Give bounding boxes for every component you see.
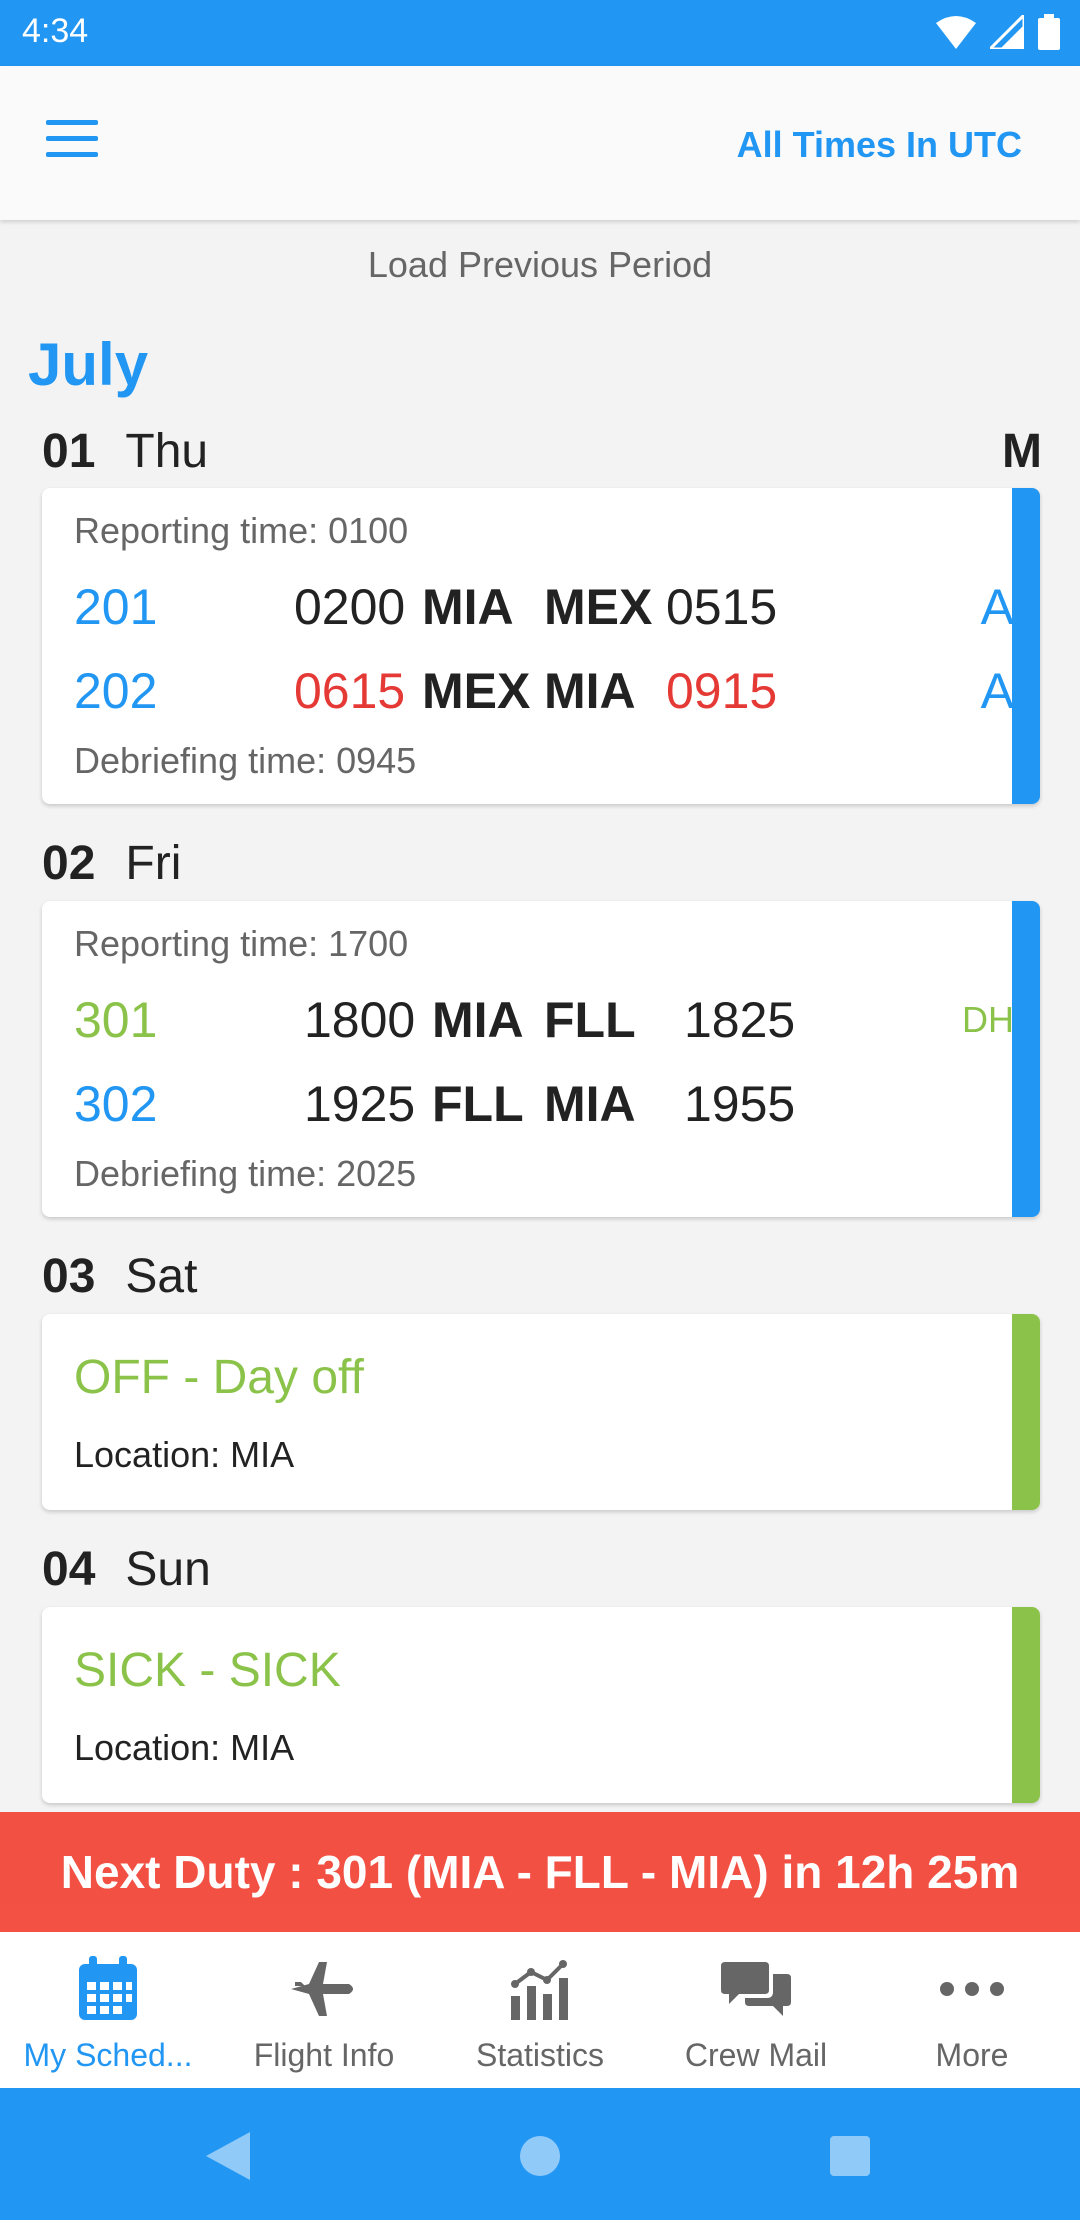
day-name: Sun [125, 1543, 211, 1596]
card-stripe [1012, 488, 1040, 804]
duty-card[interactable]: Reporting time: 0100 201 0200 MIA MEX 05… [42, 488, 1040, 804]
card-stripe [1012, 901, 1040, 1217]
nav-label: More [935, 2037, 1009, 2073]
day-name: Fri [125, 837, 182, 890]
debriefing-time: Debriefing time: 0945 [74, 740, 417, 781]
duty-card[interactable]: Reporting time: 1700 301 1800 MIA FLL 18… [42, 901, 1040, 1217]
arrival-time: 1955 [684, 1076, 796, 1132]
origin: MIA [432, 992, 524, 1048]
destination: FLL [544, 992, 636, 1048]
month-title: July [28, 331, 149, 398]
nav-label: Statistics [475, 2037, 605, 2073]
day-number: 02 [42, 837, 96, 890]
origin: MIA [422, 579, 514, 635]
system-nav-bar [0, 2088, 1080, 2220]
day-number: 01 [42, 425, 96, 478]
flight-number: 302 [74, 1076, 158, 1132]
arrival-time: 0515 [666, 579, 778, 635]
next-duty-banner[interactable]: Next Duty : 301 (MIA - FLL - MIA) in 12h… [0, 1812, 1080, 1932]
airplane-icon [291, 1962, 353, 2016]
flight-leg[interactable]: 201 0200 MIA MEX 0515 A [74, 578, 1014, 638]
flight-number: 202 [74, 663, 158, 719]
back-icon[interactable] [206, 2132, 250, 2180]
destination: MEX [544, 579, 653, 635]
flight-leg[interactable]: 202 0615 MEX MIA 0915 A [74, 662, 1014, 722]
load-previous-period-button[interactable]: Load Previous Period [0, 244, 1080, 286]
status-icons [936, 14, 1060, 50]
day-flag: M [1002, 425, 1042, 478]
deadhead-badge: DH [962, 999, 1014, 1040]
card-stripe [1012, 1607, 1040, 1803]
nav-statistics[interactable]: Statistics [432, 1932, 648, 2088]
departure-time: 1925 [304, 1076, 416, 1132]
flight-number: 201 [74, 579, 158, 635]
arrival-time: 1825 [684, 992, 796, 1048]
flight-number: 301 [74, 992, 158, 1048]
destination: MIA [544, 663, 636, 719]
debriefing-time: Debriefing time: 2025 [74, 1153, 417, 1194]
app-bar: All Times In UTC [0, 66, 1080, 220]
nav-label: My Sched... [23, 2037, 193, 2073]
chat-icon [721, 1962, 791, 2016]
calendar-icon [79, 1956, 137, 2020]
origin: MEX [422, 663, 531, 719]
recents-icon[interactable] [828, 2132, 872, 2180]
day-name: Thu [125, 425, 209, 478]
activity-title: OFF - Day off [74, 1351, 364, 1404]
activity-title: SICK - SICK [74, 1644, 341, 1697]
day-number: 03 [42, 1250, 96, 1303]
wifi-icon [936, 16, 976, 49]
location-label: Location: MIA [74, 1434, 295, 1475]
arrival-time: 0915 [666, 663, 778, 719]
day-header: 02 Fri [42, 836, 1042, 891]
day-header: 04 Sun [42, 1542, 1042, 1597]
nav-flight-info[interactable]: Flight Info [216, 1932, 432, 2088]
departure-time: 0200 [294, 579, 406, 635]
nav-label: Flight Info [253, 2037, 395, 2073]
nav-crew-mail[interactable]: Crew Mail [648, 1932, 864, 2088]
flight-leg[interactable]: 302 1925 FLL MIA 1955 [74, 1075, 1014, 1135]
all-times-utc-button[interactable]: All Times In UTC [737, 124, 1022, 166]
nav-my-schedule[interactable]: My Sched... [0, 1932, 216, 2088]
menu-icon[interactable] [46, 120, 106, 168]
reporting-time: Reporting time: 0100 [74, 510, 409, 551]
day-header: 03 Sat [42, 1249, 1042, 1304]
day-header: 01 Thu M [42, 424, 1042, 479]
origin: FLL [432, 1076, 524, 1132]
reporting-time: Reporting time: 1700 [74, 923, 409, 964]
leg-status: A [980, 663, 1014, 719]
bottom-nav: My Sched... Flight Info Statistics Crew … [0, 1932, 1080, 2088]
sick-day-card[interactable]: SICK - SICK Location: MIA [42, 1607, 1040, 1803]
home-icon[interactable] [518, 2132, 562, 2180]
more-icon [940, 1982, 1004, 1996]
signal-icon [990, 15, 1024, 49]
departure-time: 1800 [304, 992, 416, 1048]
destination: MIA [544, 1076, 636, 1132]
chart-icon [511, 1960, 568, 2020]
location-label: Location: MIA [74, 1727, 295, 1768]
leg-status: A [980, 579, 1014, 635]
departure-time: 0615 [294, 663, 406, 719]
status-time: 4:34 [22, 12, 89, 50]
nav-label: Crew Mail [684, 2037, 828, 2073]
flight-leg[interactable]: 301 1800 MIA FLL 1825 DH [74, 991, 1014, 1051]
day-number: 04 [42, 1543, 96, 1596]
nav-more[interactable]: More [864, 1932, 1080, 2088]
battery-icon [1038, 14, 1060, 50]
day-name: Sat [125, 1250, 198, 1303]
off-day-card[interactable]: OFF - Day off Location: MIA [42, 1314, 1040, 1510]
card-stripe [1012, 1314, 1040, 1510]
status-bar: 4:34 [0, 0, 1080, 66]
